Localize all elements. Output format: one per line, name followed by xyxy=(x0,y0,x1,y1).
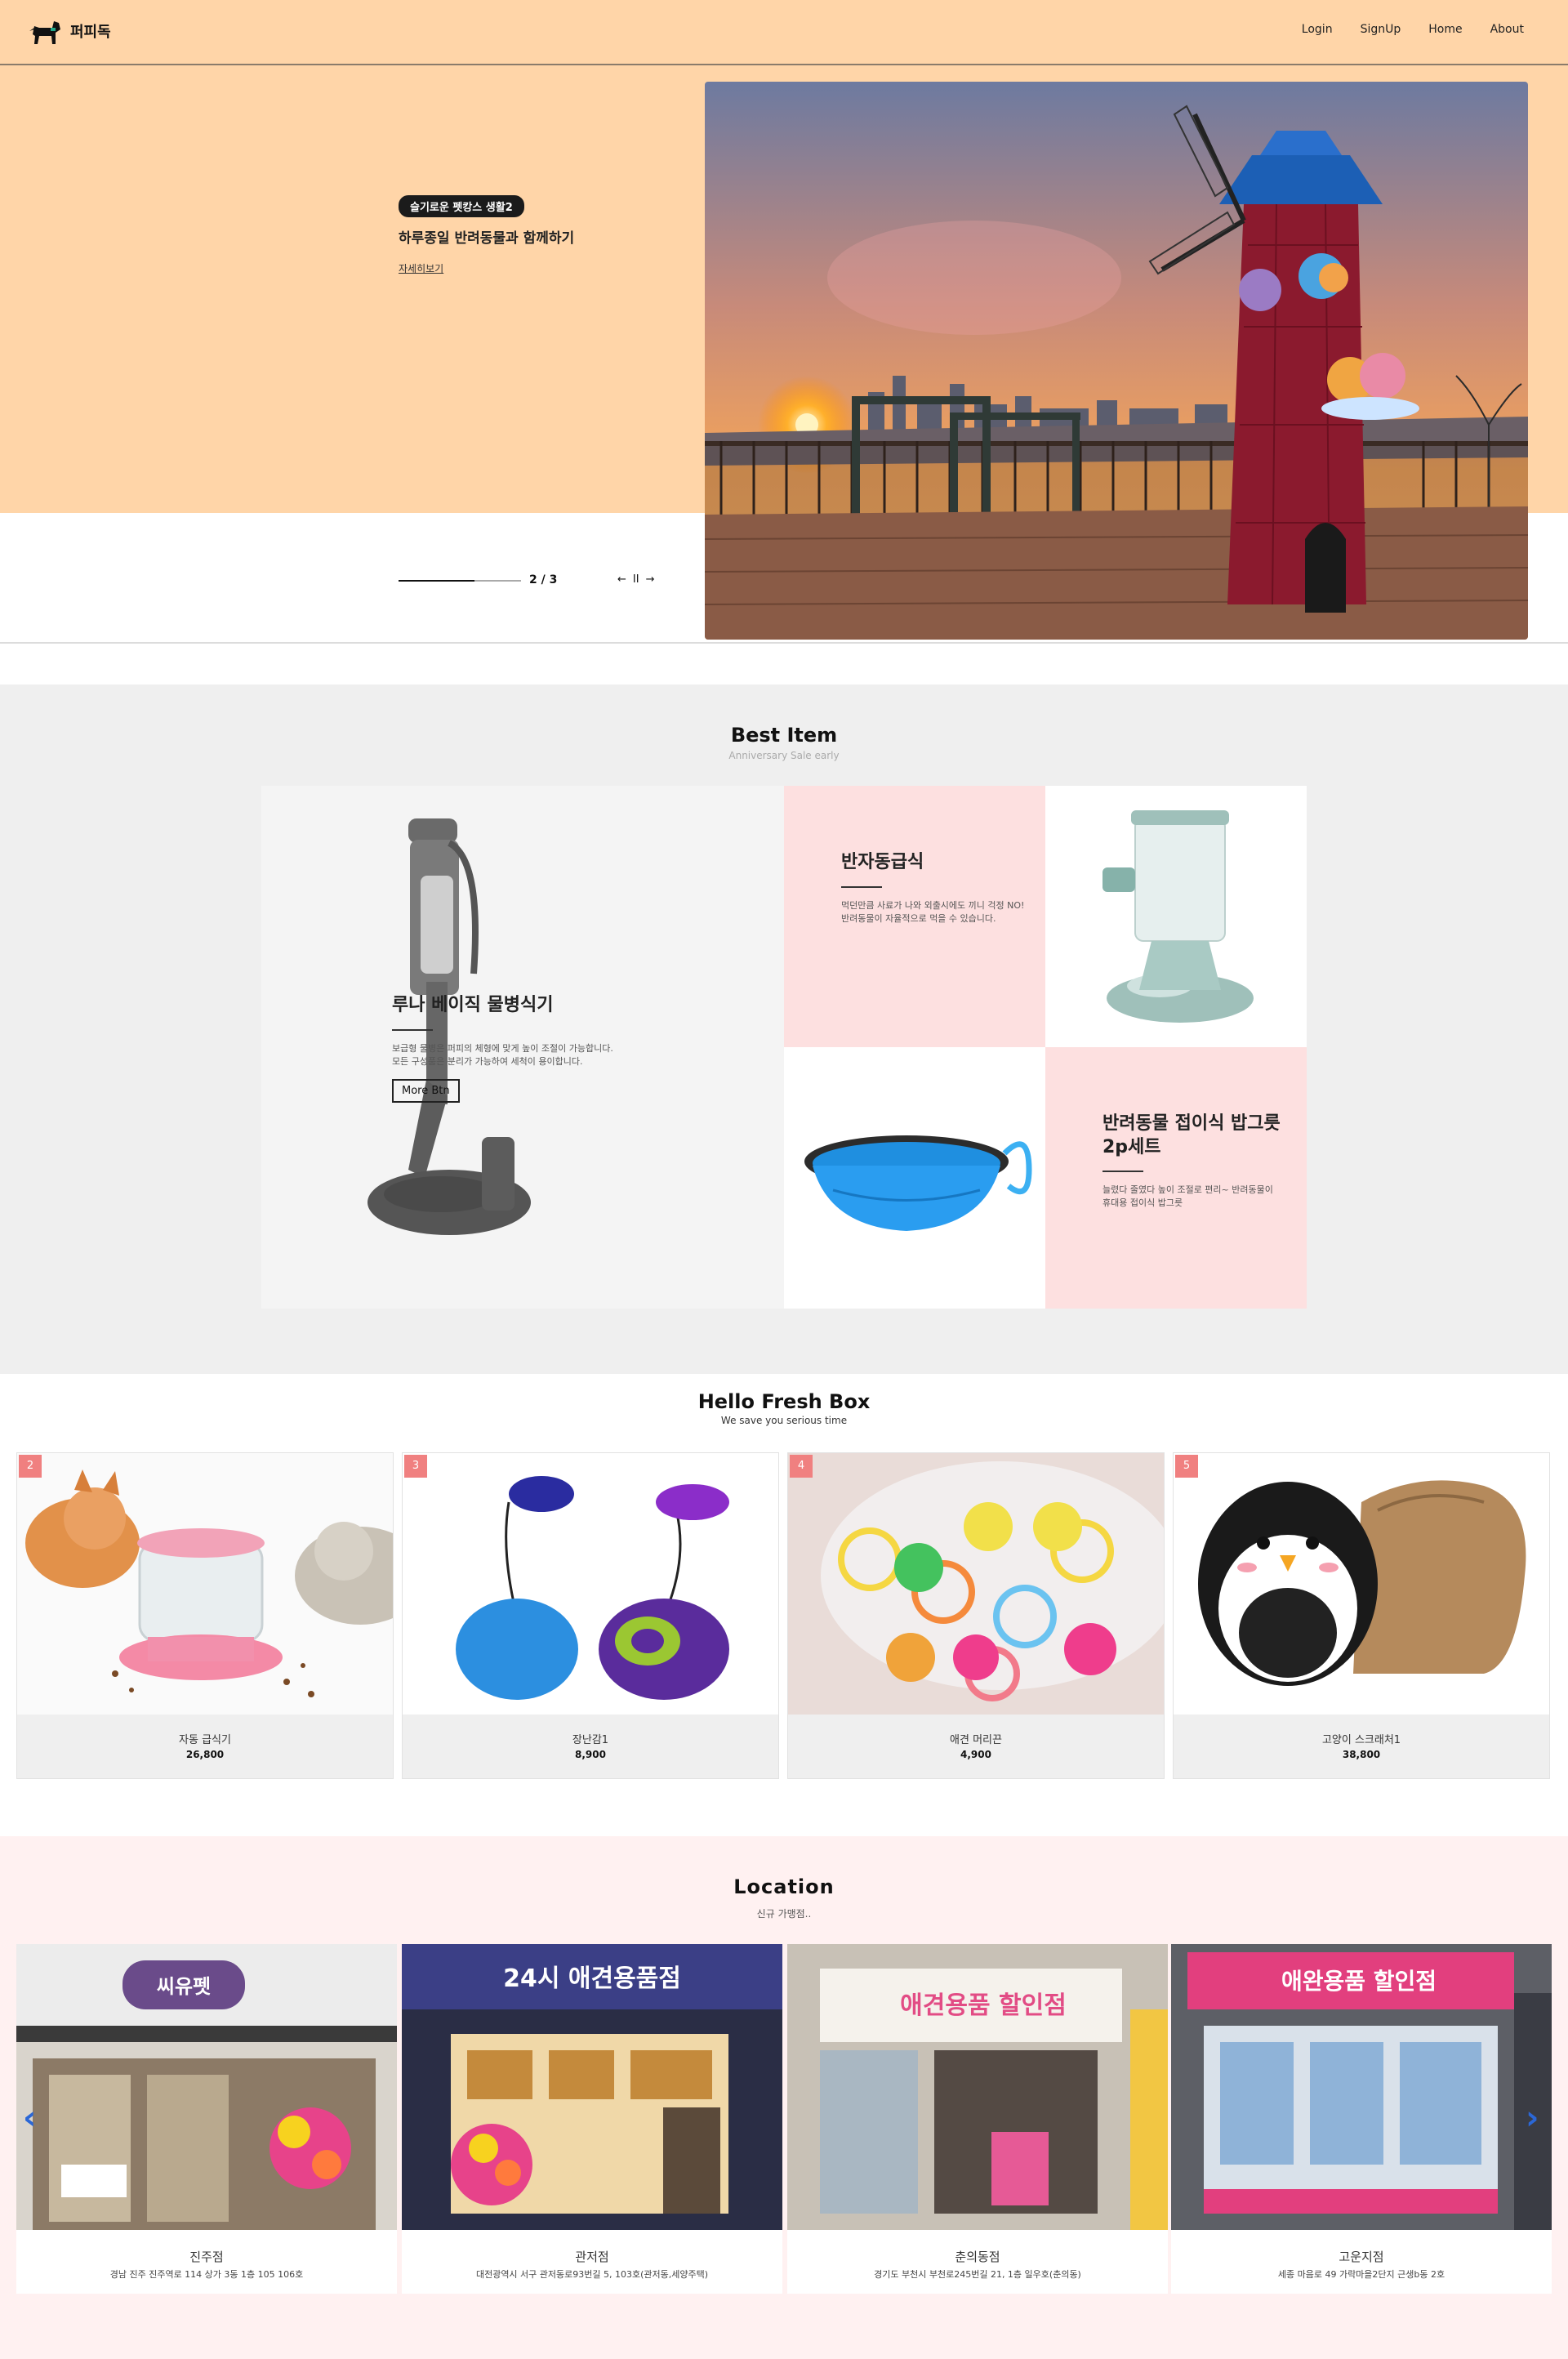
bowl-image xyxy=(804,1135,1032,1231)
hero-badge: 슬기로운 펫캉스 생활2 xyxy=(399,195,524,217)
brand-name: 퍼피독 xyxy=(70,24,111,41)
store-card[interactable]: 애견용품 할인점 춘의동점 경기도 부천시 부천로245번길 21, 1층 일우… xyxy=(787,1944,1168,2294)
auto-feeder-image xyxy=(17,1453,393,1715)
store-name: 진주점 xyxy=(189,2250,224,2264)
product-name: 고양이 스크래처1 xyxy=(1321,1734,1401,1746)
cat-scratcher-image xyxy=(1174,1453,1549,1715)
folding-bowl-name: 반려동물 접이식 밥그릇 2p세트 xyxy=(1102,1113,1281,1157)
main-product-info: 루나 베이직 물병식기 보급형 물병은 퍼피의 체형에 맞게 높이 조절이 가능… xyxy=(392,994,768,1104)
main-product-name: 루나 베이직 물병식기 xyxy=(392,995,554,1015)
store-sign-text: 애견용품 할인점 xyxy=(900,1991,1067,2020)
folding-bowl-info: 반려동물 접이식 밥그릇 2p세트 늘렸다 줄였다 높이 조절로 편리~ 반려동… xyxy=(1102,1113,1282,1210)
logo[interactable]: 퍼피독 xyxy=(28,16,111,46)
hero-divider xyxy=(0,642,1568,644)
store-name: 고운지점 xyxy=(1339,2250,1384,2264)
hero-detail-link[interactable]: 자세히보기 xyxy=(399,261,443,275)
product-card[interactable]: 2 자동 급식기 26,800 xyxy=(16,1452,394,1779)
card-number-badge: 4 xyxy=(790,1455,813,1478)
store-name: 관저점 xyxy=(575,2250,609,2264)
store-card[interactable]: 씨유펫 진주점 경남 진주 진주역로 114 상가 3동 1층 105 106호 xyxy=(16,1944,397,2294)
carousel-next-arrow-icon[interactable]: › xyxy=(1526,2099,1539,2137)
main-product-desc-2: 모든 구성품은 분리가 가능하여 세척이 용이합니다. xyxy=(392,1055,583,1067)
hero-image-windmill xyxy=(705,82,1528,640)
slider-progress-fill xyxy=(399,580,474,582)
store-name: 춘의동점 xyxy=(955,2250,1000,2264)
divider xyxy=(392,1028,433,1031)
product-name: 장난감1 xyxy=(572,1734,609,1746)
product-card[interactable]: 3 장난감1 8,900 xyxy=(402,1452,779,1779)
top-nav: Login SignUp Home About xyxy=(1302,23,1524,36)
location-title: Location xyxy=(733,1875,835,1898)
best-item-title: Best Item xyxy=(730,724,838,747)
store-image-jinju: 씨유펫 xyxy=(16,1944,397,2230)
prev-arrow-icon[interactable]: ← xyxy=(617,573,626,586)
product-card[interactable]: 5 고양이 스크래처1 38,800 xyxy=(1173,1452,1550,1779)
store-address: 대전광역시 서구 관저동로93번길 5, 103호(관저동,세양주택) xyxy=(475,2269,709,2280)
product-name: 자동 급식기 xyxy=(179,1734,231,1746)
store-image-chunui: 애견용품 할인점 xyxy=(787,1944,1168,2230)
store-sign-text: 애완용품 할인점 xyxy=(1281,1968,1437,1995)
fresh-box-subtitle: We save you serious time xyxy=(720,1415,848,1426)
product-price: 4,900 xyxy=(960,1749,991,1760)
store-sign-text: 24시 애견용품점 xyxy=(503,1964,681,1993)
store-card[interactable]: 24시 애견용품점 관저점 대전광역시 서구 관저동로93번길 5, 103호(… xyxy=(402,1944,782,2294)
slider-progress xyxy=(399,580,521,582)
auto-feeder-desc: 먹던만큼 사료가 나와 외출시에도 끼니 걱정 NO! 반려동물이 자율적으로 … xyxy=(841,899,1025,924)
folding-bowl-desc: 늘렸다 줄였다 높이 조절로 편리~ 반려동물이 휴대용 접이식 밥그릇 xyxy=(1102,1184,1273,1209)
product-card[interactable]: 4 애견 머리끈 4,900 xyxy=(787,1452,1165,1779)
store-sign-text: 씨유펫 xyxy=(157,1975,211,1998)
pause-icon[interactable]: II xyxy=(633,573,639,586)
auto-feeder-name: 반자동급식 xyxy=(841,852,924,872)
more-button[interactable]: More Btn xyxy=(392,1079,460,1104)
best-item-subtitle: Anniversary Sale early xyxy=(728,750,840,761)
nav-home[interactable]: Home xyxy=(1428,23,1462,36)
feeder-image-cell xyxy=(1045,786,1307,1047)
carousel-prev-arrow-icon[interactable]: ‹ xyxy=(23,2099,36,2137)
best-item-auto-feeder[interactable]: 반자동급식 먹던만큼 사료가 나와 외출시에도 끼니 걱정 NO! 반려동물이 … xyxy=(784,786,1045,1047)
next-arrow-icon[interactable]: → xyxy=(646,573,655,586)
bowl-image-cell xyxy=(784,1047,1045,1309)
nav-about[interactable]: About xyxy=(1490,23,1524,36)
card-number-badge: 5 xyxy=(1175,1455,1198,1478)
main-product-desc-1: 보급형 물병은 퍼피의 체형에 맞게 높이 조절이 가능합니다. xyxy=(392,1042,613,1054)
divider xyxy=(841,885,882,888)
best-item-folding-bowl[interactable]: 반려동물 접이식 밥그릇 2p세트 늘렸다 줄였다 높이 조절로 편리~ 반려동… xyxy=(1045,1047,1307,1309)
header: 퍼피독 Login SignUp Home About xyxy=(0,0,1568,65)
fresh-box-title: Hello Fresh Box xyxy=(697,1390,871,1413)
best-item-main[interactable]: 루나 베이직 물병식기 보급형 물병은 퍼피의 체형에 맞게 높이 조절이 가능… xyxy=(261,786,784,1309)
store-image-goun: 애완용품 할인점 xyxy=(1171,1944,1552,2230)
dog-logo-icon xyxy=(29,21,60,44)
nav-login[interactable]: Login xyxy=(1302,23,1333,36)
product-price: 26,800 xyxy=(185,1749,225,1760)
store-address: 경기도 부천시 부천로245번길 21, 1층 일우호(춘의동) xyxy=(874,2269,1081,2280)
card-number-badge: 2 xyxy=(19,1455,42,1478)
nav-signup[interactable]: SignUp xyxy=(1361,23,1401,36)
store-image-gwanjeo: 24시 애견용품점 xyxy=(402,1944,782,2230)
auto-feeder-info: 반자동급식 먹던만큼 사료가 나와 외출시에도 끼니 걱정 NO! 반려동물이 … xyxy=(841,851,1029,925)
product-price: 38,800 xyxy=(1342,1749,1381,1760)
hair-tie-image xyxy=(788,1453,1164,1715)
slider-controls: ← II → xyxy=(617,573,654,586)
store-card[interactable]: 애완용품 할인점 고운지점 세종 마음로 49 가락마을2단지 근생b동 2호 xyxy=(1171,1944,1552,2294)
slider-page-indicator: 2 / 3 xyxy=(529,573,558,586)
feeder-image xyxy=(1102,810,1254,1023)
store-address: 경남 진주 진주역로 114 상가 3동 1층 105 106호 xyxy=(109,2269,304,2280)
store-address: 세종 마음로 49 가락마을2단지 근생b동 2호 xyxy=(1277,2269,1446,2280)
location-subtitle: 신규 가맹점.. xyxy=(756,1908,812,1920)
product-price: 8,900 xyxy=(575,1749,606,1760)
toy-image xyxy=(403,1453,778,1715)
card-number-badge: 3 xyxy=(404,1455,427,1478)
best-item-grid: 루나 베이직 물병식기 보급형 물병은 퍼피의 체형에 맞게 높이 조절이 가능… xyxy=(261,786,1307,1309)
hero-title: 하루종일 반려동물과 함께하기 xyxy=(399,230,575,247)
divider xyxy=(1102,1171,1143,1173)
product-name: 애견 머리끈 xyxy=(950,1734,1002,1746)
